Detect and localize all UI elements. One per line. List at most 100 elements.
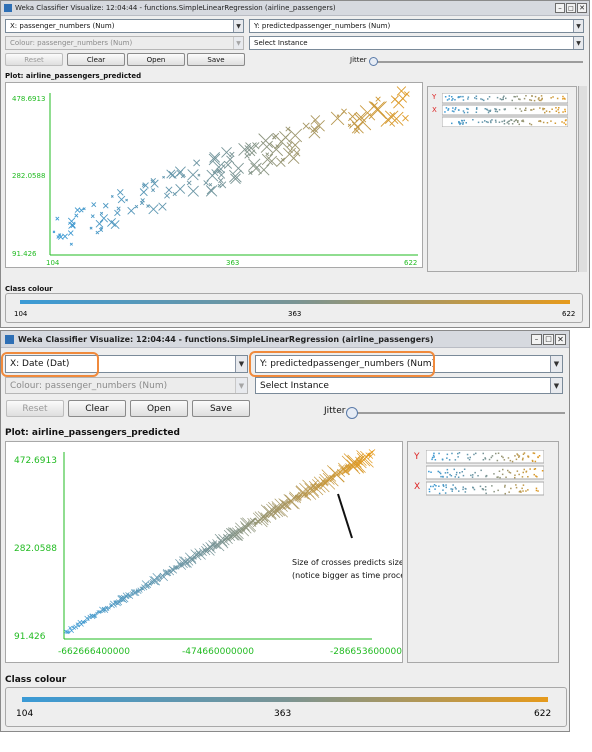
top-legend-scrollbar[interactable] bbox=[578, 86, 587, 272]
legend-dot bbox=[564, 108, 566, 111]
top-y-axis-select[interactable]: Y: predictedpassenger_numbers (Num) ▼ bbox=[249, 19, 584, 33]
legend-dot bbox=[457, 476, 460, 478]
chevron-down-icon[interactable]: ▼ bbox=[573, 20, 583, 32]
top-reset-button[interactable]: Reset bbox=[5, 53, 63, 66]
close-icon[interactable]: ✕ bbox=[577, 3, 587, 13]
legend-dot bbox=[446, 468, 449, 471]
legend-dot bbox=[523, 452, 526, 454]
data-point-cross bbox=[218, 177, 224, 184]
legend-dot bbox=[563, 122, 565, 124]
close-icon[interactable]: ✕ bbox=[555, 333, 566, 345]
legend-dot bbox=[458, 490, 460, 492]
minimize-icon[interactable]: – bbox=[531, 333, 542, 345]
data-point-cross bbox=[208, 183, 213, 187]
bottom-x-tick-mid: -474660000000 bbox=[182, 647, 254, 657]
legend-dot bbox=[535, 489, 538, 492]
legend-dot bbox=[508, 120, 511, 122]
bottom-scatter-svg: 472.6913 282.0588 91.426 -662666400000 -… bbox=[14, 449, 402, 657]
chevron-down-icon[interactable]: ▼ bbox=[550, 356, 562, 372]
legend-dot bbox=[505, 97, 507, 100]
legend-dot bbox=[484, 489, 487, 491]
bottom-jitter-slider[interactable] bbox=[346, 407, 358, 419]
legend-dot bbox=[451, 99, 453, 101]
legend-dot bbox=[473, 453, 475, 456]
chevron-down-icon[interactable]: ▼ bbox=[233, 37, 243, 49]
legend-dot bbox=[437, 470, 439, 473]
legend-dot bbox=[527, 456, 530, 458]
bottom-save-button[interactable]: Save bbox=[192, 400, 250, 417]
legend-dot bbox=[541, 470, 544, 472]
top-legend-strips[interactable] bbox=[442, 93, 568, 127]
legend-dot bbox=[462, 95, 464, 98]
legend-dot bbox=[538, 99, 541, 102]
data-point-cross bbox=[187, 185, 199, 197]
top-jitter-slider[interactable] bbox=[369, 57, 378, 66]
data-point-cross bbox=[244, 153, 250, 159]
bottom-select-instance[interactable]: Select Instance ▼ bbox=[255, 377, 563, 394]
data-point-cross bbox=[396, 86, 407, 96]
legend-dot bbox=[466, 111, 469, 114]
top-clear-button[interactable]: Clear bbox=[67, 53, 125, 66]
legend-dot bbox=[470, 474, 472, 477]
data-point-cross bbox=[141, 580, 150, 588]
legend-dot bbox=[520, 110, 523, 112]
legend-dot bbox=[444, 492, 447, 494]
bottom-legend-x-letter: X bbox=[414, 482, 421, 492]
legend-dot bbox=[469, 456, 471, 459]
chevron-down-icon[interactable]: ▼ bbox=[573, 37, 583, 49]
legend-dot bbox=[555, 110, 558, 112]
legend-dot bbox=[524, 109, 527, 111]
legend-dot bbox=[464, 491, 467, 493]
bottom-reset-button[interactable]: Reset bbox=[6, 400, 64, 417]
legend-dot bbox=[525, 471, 527, 473]
maximize-icon[interactable]: □ bbox=[543, 333, 554, 345]
bottom-legend-strips[interactable] bbox=[426, 450, 544, 496]
top-class-tick-max: 622 bbox=[562, 310, 576, 318]
legend-dot bbox=[475, 452, 477, 455]
legend-dot bbox=[445, 107, 448, 109]
top-y-tick-mid: 282.0588 bbox=[12, 172, 45, 180]
legend-dot bbox=[434, 488, 436, 490]
legend-dot bbox=[476, 107, 478, 109]
data-point-cross bbox=[62, 233, 68, 240]
legend-dot bbox=[433, 452, 435, 455]
data-point-cross bbox=[279, 130, 292, 144]
minimize-icon[interactable]: – bbox=[555, 3, 565, 13]
top-select-instance-label: Select Instance bbox=[254, 39, 308, 47]
top-data-points bbox=[52, 86, 410, 246]
weka-app-icon bbox=[4, 4, 12, 12]
top-open-button[interactable]: Open bbox=[127, 53, 185, 66]
bottom-clear-button[interactable]: Clear bbox=[68, 400, 126, 417]
top-class-colour-label: Class colour bbox=[5, 285, 53, 293]
legend-dot bbox=[537, 456, 539, 459]
bottom-jitter-track[interactable] bbox=[353, 412, 565, 414]
top-jitter-track[interactable] bbox=[371, 61, 583, 63]
legend-dot bbox=[452, 98, 454, 100]
chevron-down-icon[interactable]: ▼ bbox=[550, 378, 562, 393]
top-select-instance[interactable]: Select Instance ▼ bbox=[249, 36, 584, 50]
data-point-cross bbox=[346, 455, 364, 473]
bottom-open-button[interactable]: Open bbox=[130, 400, 188, 417]
top-colour-select[interactable]: Colour: passenger_numbers (Num) ▼ bbox=[5, 36, 244, 50]
top-save-button[interactable]: Save bbox=[187, 53, 245, 66]
bottom-plot-area[interactable]: 472.6913 282.0588 91.426 -662666400000 -… bbox=[5, 441, 403, 663]
legend-dot bbox=[532, 460, 534, 462]
legend-dot bbox=[502, 468, 504, 471]
top-x-axis-select[interactable]: X: passenger_numbers (Num) ▼ bbox=[5, 19, 244, 33]
legend-dot bbox=[505, 476, 507, 478]
chevron-down-icon[interactable]: ▼ bbox=[235, 356, 247, 372]
legend-dot bbox=[445, 484, 447, 486]
data-point-cross bbox=[250, 162, 262, 175]
legend-dot bbox=[480, 469, 482, 472]
data-point-cross bbox=[139, 200, 145, 206]
legend-dot bbox=[529, 468, 531, 470]
top-plot-area[interactable]: 478.6913 282.0588 91.426 104 363 622 bbox=[5, 82, 423, 268]
chevron-down-icon[interactable]: ▼ bbox=[235, 378, 247, 393]
legend-dot bbox=[495, 121, 497, 123]
chevron-down-icon[interactable]: ▼ bbox=[233, 20, 243, 32]
legend-dot bbox=[493, 473, 495, 475]
maximize-icon[interactable]: □ bbox=[566, 3, 576, 13]
bottom-colour-select[interactable]: Colour: passenger_numbers (Num) ▼ bbox=[5, 377, 248, 394]
bottom-class-tick-max: 622 bbox=[534, 709, 552, 719]
legend-dot bbox=[458, 452, 461, 454]
